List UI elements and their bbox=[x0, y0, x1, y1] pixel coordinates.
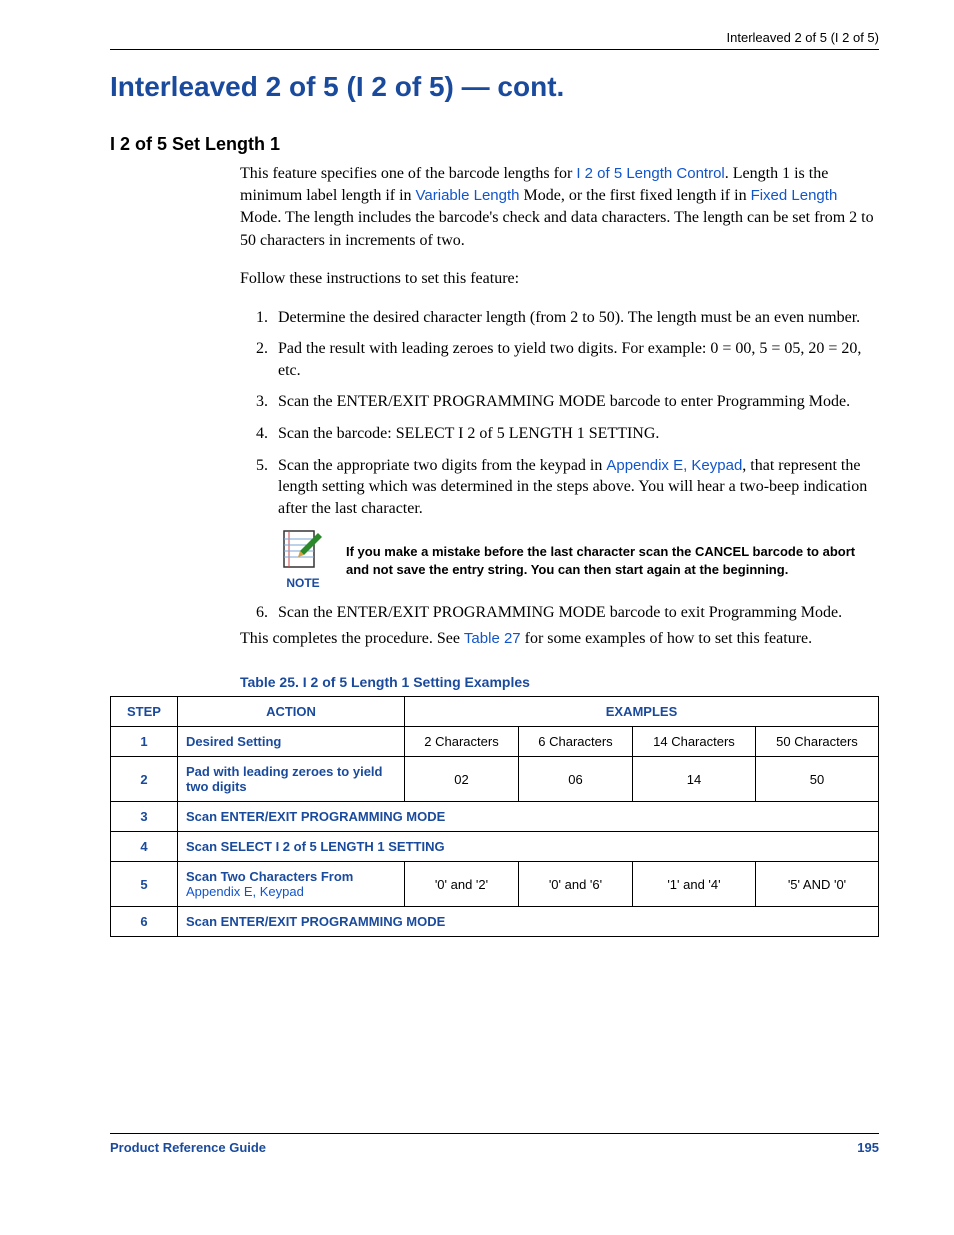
text: This feature specifies one of the barcod… bbox=[240, 165, 576, 182]
cell-action-span: Scan SELECT I 2 of 5 LENGTH 1 SETTING bbox=[178, 832, 879, 862]
link-fixed-length[interactable]: Fixed Length bbox=[751, 187, 838, 204]
text: Scan Two Characters From bbox=[186, 869, 353, 884]
footer-rule bbox=[110, 1133, 879, 1134]
table-caption: Table 25. I 2 of 5 Length 1 Setting Exam… bbox=[240, 674, 879, 690]
note-label: NOTE bbox=[286, 575, 319, 592]
intro-paragraph-2: Follow these instructions to set this fe… bbox=[240, 268, 879, 290]
col-action: ACTION bbox=[178, 697, 405, 727]
cell-example: 2 Characters bbox=[405, 727, 519, 757]
header-rule bbox=[110, 49, 879, 50]
note-icon-wrap: NOTE bbox=[280, 529, 326, 592]
instruction-item: Scan the ENTER/EXIT PROGRAMMING MODE bar… bbox=[272, 391, 879, 413]
page-number: 195 bbox=[857, 1140, 879, 1155]
instruction-list-continued: Scan the ENTER/EXIT PROGRAMMING MODE bar… bbox=[240, 602, 879, 624]
table-row: 4 Scan SELECT I 2 of 5 LENGTH 1 SETTING bbox=[111, 832, 879, 862]
cell-step: 4 bbox=[111, 832, 178, 862]
cell-step: 1 bbox=[111, 727, 178, 757]
cell-example: 14 Characters bbox=[632, 727, 755, 757]
cell-example: 02 bbox=[405, 757, 519, 802]
examples-table: STEP ACTION EXAMPLES 1 Desired Setting 2… bbox=[110, 696, 879, 937]
text: Mode. The length includes the barcode's … bbox=[240, 209, 874, 248]
link-length-control[interactable]: I 2 of 5 Length Control bbox=[576, 165, 724, 182]
cell-action: Scan Two Characters From Appendix E, Key… bbox=[178, 862, 405, 907]
note-block: NOTE If you make a mistake before the la… bbox=[280, 529, 879, 592]
link-variable-length[interactable]: Variable Length bbox=[416, 187, 520, 204]
col-examples: EXAMPLES bbox=[405, 697, 879, 727]
closing-paragraph: This completes the procedure. See Table … bbox=[110, 628, 879, 650]
link-appendix-keypad[interactable]: Appendix E, Keypad bbox=[186, 884, 304, 899]
running-header: Interleaved 2 of 5 (I 2 of 5) bbox=[110, 30, 879, 45]
page-title: Interleaved 2 of 5 (I 2 of 5) — cont. bbox=[110, 70, 879, 104]
notepad-icon bbox=[280, 529, 326, 571]
instruction-list: Determine the desired character length (… bbox=[240, 307, 879, 520]
instruction-item: Scan the ENTER/EXIT PROGRAMMING MODE bar… bbox=[272, 602, 879, 624]
instruction-item: Pad the result with leading zeroes to yi… bbox=[272, 338, 879, 381]
text: Scan the appropriate two digits from the… bbox=[278, 457, 606, 474]
table-row: 2 Pad with leading zeroes to yield two d… bbox=[111, 757, 879, 802]
instruction-item: Scan the barcode: SELECT I 2 of 5 LENGTH… bbox=[272, 423, 879, 445]
cell-example: '5' AND '0' bbox=[755, 862, 878, 907]
cell-action-span: Scan ENTER/EXIT PROGRAMMING MODE bbox=[178, 802, 879, 832]
cell-step: 3 bbox=[111, 802, 178, 832]
link-table-27[interactable]: Table 27 bbox=[464, 630, 521, 647]
cell-action: Desired Setting bbox=[178, 727, 405, 757]
cell-example: 50 bbox=[755, 757, 878, 802]
intro-paragraph-1: This feature specifies one of the barcod… bbox=[240, 163, 879, 253]
instruction-item: Scan the appropriate two digits from the… bbox=[272, 455, 879, 520]
cell-example: 50 Characters bbox=[755, 727, 878, 757]
table-row: 1 Desired Setting 2 Characters 6 Charact… bbox=[111, 727, 879, 757]
col-step: STEP bbox=[111, 697, 178, 727]
cell-example: '0' and '2' bbox=[405, 862, 519, 907]
table-row: 5 Scan Two Characters From Appendix E, K… bbox=[111, 862, 879, 907]
cell-action-span: Scan ENTER/EXIT PROGRAMMING MODE bbox=[178, 907, 879, 937]
section-heading: I 2 of 5 Set Length 1 bbox=[110, 134, 879, 155]
table-row: 6 Scan ENTER/EXIT PROGRAMMING MODE bbox=[111, 907, 879, 937]
cell-step: 2 bbox=[111, 757, 178, 802]
cell-example: '1' and '4' bbox=[632, 862, 755, 907]
text: for some examples of how to set this fea… bbox=[521, 630, 812, 647]
cell-step: 6 bbox=[111, 907, 178, 937]
instruction-item: Determine the desired character length (… bbox=[272, 307, 879, 329]
table-header-row: STEP ACTION EXAMPLES bbox=[111, 697, 879, 727]
cell-example: 14 bbox=[632, 757, 755, 802]
note-text: If you make a mistake before the last ch… bbox=[346, 529, 879, 579]
page-footer: Product Reference Guide 195 bbox=[110, 1133, 879, 1155]
text: This completes the procedure. See bbox=[240, 630, 464, 647]
cell-action: Pad with leading zeroes to yield two dig… bbox=[178, 757, 405, 802]
link-appendix-keypad[interactable]: Appendix E, Keypad bbox=[606, 457, 742, 474]
page: Interleaved 2 of 5 (I 2 of 5) Interleave… bbox=[0, 0, 954, 1235]
footer-left: Product Reference Guide bbox=[110, 1140, 266, 1155]
cell-example: 6 Characters bbox=[518, 727, 632, 757]
cell-example: '0' and '6' bbox=[518, 862, 632, 907]
text: Mode, or the first fixed length if in bbox=[520, 187, 751, 204]
cell-example: 06 bbox=[518, 757, 632, 802]
cell-step: 5 bbox=[111, 862, 178, 907]
body-text: This feature specifies one of the barcod… bbox=[240, 163, 879, 650]
table-row: 3 Scan ENTER/EXIT PROGRAMMING MODE bbox=[111, 802, 879, 832]
